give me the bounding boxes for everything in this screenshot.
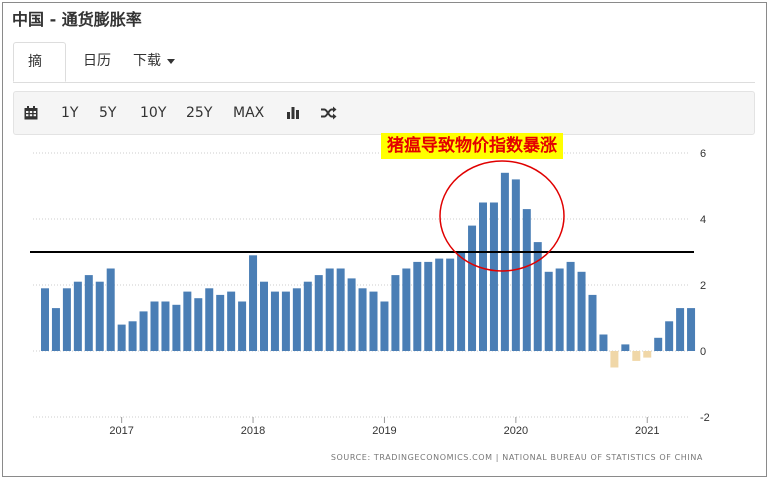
bar (500, 172, 509, 351)
x-tick-label: 2017 (109, 425, 133, 437)
bar (577, 271, 586, 351)
bar (347, 278, 356, 351)
bar (150, 301, 159, 351)
bar (216, 294, 225, 351)
bar (238, 301, 247, 351)
x-tick-label: 2021 (635, 425, 659, 437)
bar (270, 291, 279, 351)
bar (62, 288, 71, 351)
bar (522, 209, 531, 351)
x-tick-label: 2019 (372, 425, 396, 437)
bar (281, 291, 290, 351)
y-tick-label: 0 (700, 346, 706, 358)
bar (665, 321, 674, 351)
x-tick-label: 2018 (241, 425, 265, 437)
bar (260, 281, 268, 351)
bar (391, 275, 400, 351)
bar (555, 268, 564, 351)
bar (610, 351, 619, 368)
bar (446, 258, 455, 351)
bar (566, 261, 575, 351)
bar (106, 268, 115, 351)
bar (73, 281, 82, 351)
bar (205, 288, 214, 351)
bar (632, 351, 641, 361)
y-tick-label: 6 (700, 148, 706, 160)
bar (292, 288, 301, 351)
bar (183, 291, 192, 351)
bar (84, 275, 93, 351)
bar (41, 288, 49, 351)
bar (128, 321, 137, 351)
bar (676, 308, 685, 351)
bar (161, 301, 170, 351)
bar (336, 268, 345, 351)
y-tick-label: 4 (700, 214, 706, 226)
bar (544, 271, 553, 351)
bar (599, 334, 608, 351)
bar (511, 179, 520, 351)
bar (424, 261, 433, 351)
source-note: SOURCE: TRADINGECONOMICS.COM | NATIONAL … (330, 453, 703, 462)
bar (435, 258, 444, 351)
bar (172, 304, 181, 351)
bar (358, 288, 367, 351)
bar (588, 294, 597, 351)
bar (621, 344, 630, 351)
bar (687, 308, 696, 351)
bar (227, 291, 236, 351)
y-tick-label: -2 (700, 412, 710, 424)
bar (402, 268, 411, 351)
bar (489, 202, 498, 351)
bar (249, 255, 258, 351)
bar (479, 202, 487, 351)
y-tick-label: 2 (700, 280, 706, 292)
bar (117, 324, 126, 351)
inflation-bar-chart: 6 4 2 0 -2 2017 2018 2019 2020 2021 (30, 148, 710, 437)
annotation-label: 猪瘟导致物价指数暴涨 (381, 133, 563, 159)
bar (325, 268, 334, 351)
bar (139, 311, 148, 351)
bar (51, 308, 60, 351)
bar (380, 301, 389, 351)
bar (95, 281, 104, 351)
bar (643, 351, 652, 358)
x-tick-label: 2020 (504, 425, 528, 437)
bar (194, 298, 203, 351)
bar (369, 291, 378, 351)
bar (654, 337, 663, 351)
bar (303, 281, 312, 351)
bar (314, 275, 323, 351)
bar (413, 261, 422, 351)
bar (457, 252, 466, 351)
bar (468, 225, 477, 351)
